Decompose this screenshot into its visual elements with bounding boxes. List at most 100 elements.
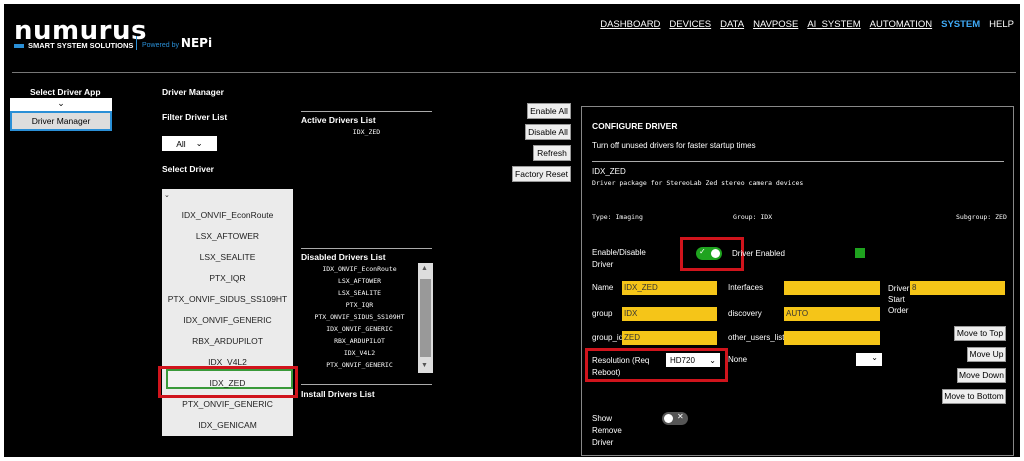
disabled-driver-item[interactable]: PTX_IQR: [301, 301, 418, 309]
disabled-drivers-title: Disabled Drivers List: [301, 252, 386, 262]
chevron-down-icon: ⌄: [195, 138, 203, 148]
logo-bar-icon: [14, 43, 24, 48]
enable-all-button[interactable]: Enable All: [527, 103, 571, 119]
config-driver-name: IDX_ZED: [592, 167, 626, 176]
refresh-button[interactable]: Refresh: [533, 145, 571, 161]
interfaces-field[interactable]: [784, 281, 880, 295]
disabled-list-divider: [301, 248, 432, 249]
active-driver-item[interactable]: IDX_ZED: [301, 128, 432, 136]
driver-option[interactable]: LSX_SEALITE: [162, 252, 293, 262]
nepi-logo: NEPi: [180, 36, 213, 50]
factory-reset-button[interactable]: Factory Reset: [512, 166, 571, 182]
driver-enabled-text: Driver Enabled: [732, 249, 785, 258]
other-users-label: other_users_list: [728, 333, 785, 342]
move-up-button[interactable]: Move Up: [967, 347, 1006, 362]
install-list-divider: [301, 384, 432, 385]
driver-type: Type: Imaging: [592, 213, 643, 221]
nav-navpose[interactable]: NAVPOSE: [753, 19, 798, 30]
driver-option[interactable]: RBX_ARDUPILOT: [162, 336, 293, 346]
group-label: group: [592, 309, 613, 318]
chevron-down-icon: ⌄: [57, 98, 65, 108]
move-to-top-button[interactable]: Move to Top: [954, 326, 1006, 341]
scroll-down-icon[interactable]: ▼: [421, 362, 428, 369]
driver-option[interactable]: IDX_ONVIF_GENERIC: [162, 315, 293, 325]
disabled-driver-item[interactable]: RBX_ARDUPILOT: [301, 337, 418, 345]
secondary-select[interactable]: ⌄: [856, 353, 882, 366]
driver-subgroup: Subgroup: ZED: [956, 213, 1007, 221]
driver-option[interactable]: IDX_GENICAM: [162, 420, 293, 430]
disabled-driver-item[interactable]: PTX_ONVIF_SIDUS_SS109HT: [301, 313, 418, 321]
disabled-drivers-list[interactable]: IDX_ONVIF_EconRoute LSX_AFTOWER LSX_SEAL…: [301, 263, 418, 373]
driver-select-list[interactable]: ⌄ IDX_ONVIF_EconRoute LSX_AFTOWER LSX_SE…: [162, 189, 293, 436]
nav-dashboard[interactable]: DASHBOARD: [600, 19, 660, 30]
interfaces-label: Interfaces: [728, 283, 764, 292]
driver-option[interactable]: PTX_ONVIF_SIDUS_SS109HT: [162, 294, 293, 304]
configure-driver-title: CONFIGURE DRIVER: [592, 121, 678, 131]
driver-app-select[interactable]: ⌄: [10, 98, 112, 111]
move-down-button[interactable]: Move Down: [957, 368, 1006, 383]
name-field[interactable]: IDX_ZED: [622, 281, 717, 295]
driver-option[interactable]: IDX_ONVIF_EconRoute: [162, 210, 293, 220]
chevron-down-icon: ⌄: [164, 192, 170, 199]
configure-driver-subtitle: Turn off unused drivers for faster start…: [592, 141, 756, 150]
active-list-divider: [301, 111, 432, 112]
group-id-field[interactable]: ZED: [622, 331, 717, 345]
toggle-knob: [664, 414, 673, 423]
driver-manager-title: Driver Manager: [162, 87, 224, 97]
disabled-driver-item[interactable]: PTX_ONVIF_GENERIC: [301, 361, 418, 369]
driver-option[interactable]: PTX_ONVIF_GENERIC: [162, 399, 293, 409]
nav-system[interactable]: SYSTEM: [941, 19, 980, 30]
enabled-status-indicator: [855, 248, 865, 258]
scrollbar-thumb[interactable]: [420, 279, 431, 357]
filter-driver-label: Filter Driver List: [162, 112, 228, 122]
show-remove-toggle[interactable]: ✕: [662, 412, 688, 425]
disabled-driver-item[interactable]: IDX_V4L2: [301, 349, 418, 357]
driver-description: Driver package for StereoLab Zed stereo …: [592, 179, 804, 187]
nav-ai-system[interactable]: AI_SYSTEM: [807, 19, 860, 30]
name-label: Name: [592, 283, 614, 292]
discovery-field[interactable]: AUTO: [784, 307, 880, 321]
disabled-driver-item[interactable]: IDX_ONVIF_EconRoute: [301, 265, 418, 273]
disabled-driver-item[interactable]: LSX_AFTOWER: [301, 277, 418, 285]
x-icon: ✕: [677, 412, 684, 421]
tagline-text: SMART SYSTEM SOLUTIONS: [28, 41, 134, 50]
disabled-driver-item[interactable]: LSX_SEALITE: [301, 289, 418, 297]
select-driver-app-label: Select Driver App: [30, 87, 101, 97]
configure-driver-panel: CONFIGURE DRIVER Turn off unused drivers…: [581, 106, 1014, 456]
disabled-driver-item[interactable]: IDX_ONVIF_GENERIC: [301, 325, 418, 333]
nav-devices[interactable]: DEVICES: [669, 19, 711, 30]
show-remove-driver-label: Show Remove Driver: [592, 414, 622, 447]
filter-value: All: [176, 138, 186, 149]
nav-help[interactable]: HELP: [989, 19, 1014, 30]
discovery-label: discovery: [728, 309, 762, 318]
nav-automation[interactable]: AUTOMATION: [870, 19, 932, 30]
app-frame: numurus SMART SYSTEM SOLUTIONS Powered b…: [4, 4, 1020, 457]
none-label: None: [728, 355, 748, 364]
select-driver-label: Select Driver: [162, 164, 214, 174]
scroll-up-icon[interactable]: ▲: [421, 265, 428, 272]
other-users-field[interactable]: [784, 331, 880, 345]
driver-start-order-field[interactable]: 8: [910, 281, 1005, 295]
driver-manager-button[interactable]: Driver Manager: [10, 111, 112, 131]
brand-tagline: SMART SYSTEM SOLUTIONS: [14, 41, 133, 50]
filter-select[interactable]: All ⌄: [162, 136, 217, 151]
move-to-bottom-button[interactable]: Move to Bottom: [942, 389, 1006, 404]
install-drivers-title: Install Drivers List: [301, 389, 375, 399]
enable-disable-label: Enable/Disable Driver: [592, 248, 646, 269]
resolution-highlight: [585, 348, 728, 382]
group-field[interactable]: IDX: [622, 307, 717, 321]
driver-option[interactable]: PTX_IQR: [162, 273, 293, 283]
driver-group: Group: IDX: [733, 213, 773, 221]
nav-data[interactable]: DATA: [720, 19, 744, 30]
active-drivers-title: Active Drivers List: [301, 115, 376, 125]
group-id-label: group_id: [592, 333, 624, 342]
powered-by-text: Powered by: [142, 42, 179, 49]
chevron-down-icon: ⌄: [871, 353, 878, 362]
disable-all-button[interactable]: Disable All: [525, 124, 571, 140]
powered-by: Powered by NEPi: [136, 36, 212, 50]
driver-option[interactable]: LSX_AFTOWER: [162, 231, 293, 241]
selected-driver-highlight: [158, 366, 298, 398]
config-divider: [592, 161, 1004, 162]
header-divider: [12, 72, 1016, 73]
disabled-list-scrollbar[interactable]: ▲ ▼: [418, 263, 433, 373]
